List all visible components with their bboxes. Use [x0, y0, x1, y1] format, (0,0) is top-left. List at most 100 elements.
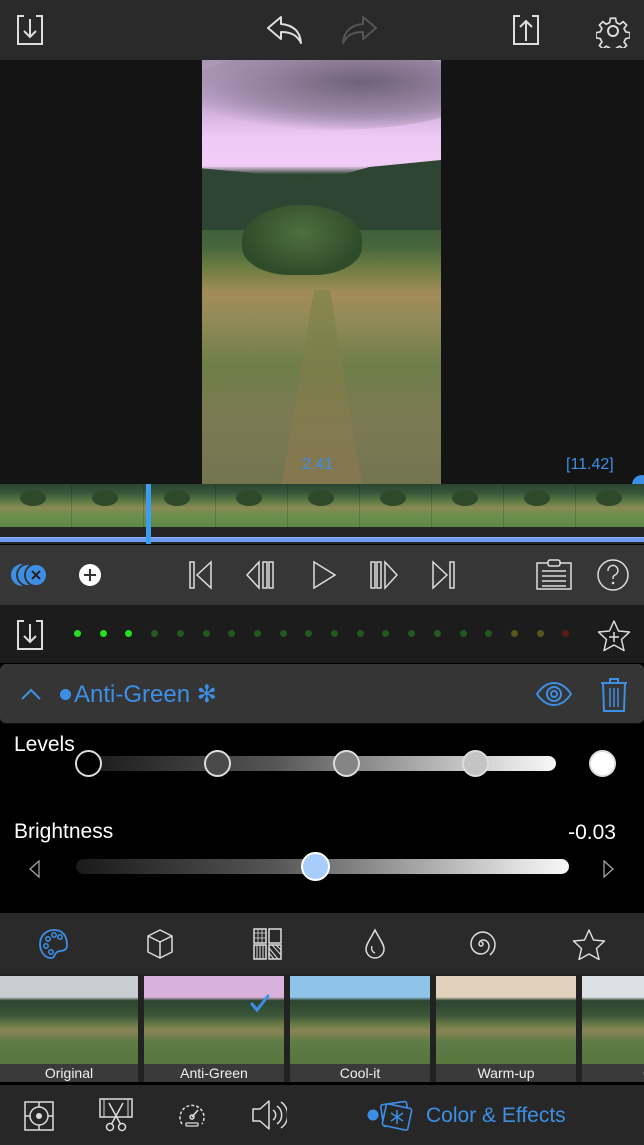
toggle-visibility-button[interactable] — [534, 680, 574, 708]
step-back-icon — [245, 560, 274, 590]
chevron-up-icon — [21, 688, 41, 700]
import-button[interactable] — [12, 12, 48, 48]
filmstrip-frame — [576, 484, 644, 527]
help-button[interactable] — [596, 558, 630, 592]
export-button[interactable] — [508, 12, 544, 48]
clipboard-button[interactable] — [534, 557, 574, 593]
export-icon — [513, 15, 539, 45]
tab-speed[interactable] — [176, 1099, 208, 1131]
preset-anti-green[interactable]: Anti-Green — [144, 976, 284, 1082]
effect-name-label: Anti-Green — [74, 681, 191, 708]
tab-trim[interactable] — [98, 1097, 134, 1133]
speedometer-icon — [179, 1104, 205, 1127]
tab-color-effects-label[interactable]: Color & Effects — [426, 1104, 566, 1128]
undo-icon — [267, 16, 302, 44]
modified-icon: ✻ — [196, 681, 217, 708]
step-back-button[interactable] — [244, 559, 276, 591]
texture-grid-icon — [253, 928, 282, 960]
tab-crop[interactable] — [22, 1099, 56, 1133]
timeline[interactable] — [0, 484, 644, 544]
bottom-tab-bar: Color & Effects — [0, 1085, 644, 1145]
levels-knob[interactable] — [588, 750, 616, 777]
video-preview[interactable]: 2.41 [11.42] — [0, 60, 644, 495]
settings-button[interactable] — [594, 12, 632, 50]
meter-dot — [151, 630, 159, 637]
add-clip-button[interactable] — [78, 563, 102, 587]
brightness-label: Brightness — [14, 820, 114, 843]
levels-knob[interactable] — [74, 750, 102, 777]
filmstrip-frame — [360, 484, 432, 527]
filmstrip-frame — [144, 484, 216, 527]
preset-label: Co — [582, 1064, 644, 1082]
preset-label: Original — [0, 1064, 138, 1082]
meter-dot — [536, 630, 544, 637]
import-effect-button[interactable] — [12, 617, 48, 653]
category-color-tab[interactable] — [38, 928, 70, 960]
color-effects-icon — [367, 1100, 413, 1131]
preset-warm-up[interactable]: Warm-up — [436, 976, 576, 1082]
effect-active-dot — [60, 689, 71, 700]
cube-icon — [147, 929, 173, 959]
current-time: 2.41 — [302, 456, 334, 473]
category-drop-tab[interactable] — [362, 928, 388, 960]
tab-color-effects[interactable] — [366, 1095, 416, 1135]
brightness-decrease-button[interactable] — [26, 858, 42, 880]
levels-knob[interactable] — [332, 750, 360, 777]
tab-audio[interactable] — [250, 1097, 288, 1133]
meter-dot — [125, 630, 133, 637]
skip-to-end-icon — [432, 560, 455, 590]
trash-icon — [601, 678, 627, 712]
levels-label: Levels — [14, 733, 75, 756]
target-frame-icon — [24, 1101, 54, 1131]
total-duration: [11.42] — [566, 456, 614, 473]
playhead[interactable] — [146, 484, 151, 544]
video-frame[interactable] — [202, 60, 441, 484]
meter-dot — [459, 630, 467, 637]
preset-thumbnail — [290, 976, 430, 1064]
meter-dot — [562, 630, 570, 637]
undo-button[interactable] — [264, 12, 306, 48]
skip-to-start-button[interactable] — [186, 559, 216, 591]
preset-original[interactable]: Original — [0, 976, 138, 1082]
skip-to-end-button[interactable] — [428, 559, 458, 591]
brightness-slider-knob[interactable] — [300, 852, 330, 881]
levels-knob[interactable] — [461, 750, 489, 777]
filmstrip[interactable] — [0, 484, 644, 527]
meter-dot — [228, 630, 236, 637]
category-favorites-tab[interactable] — [572, 928, 606, 960]
settings-icon — [596, 17, 630, 48]
preset-co[interactable]: Co — [582, 976, 644, 1082]
preset-cool-it[interactable]: Cool-it — [290, 976, 430, 1082]
category-distort-tab[interactable] — [465, 928, 497, 960]
layers-button[interactable] — [10, 561, 50, 589]
effect-name[interactable]: Anti-Green ✻ — [74, 680, 217, 709]
category-texture-tab[interactable] — [252, 928, 284, 960]
clipboard-icon — [536, 559, 572, 590]
effect-controls: Levels Brightness -0.03 — [0, 725, 644, 913]
levels-knob[interactable] — [203, 750, 231, 777]
filmstrip-frame — [504, 484, 576, 527]
audio-waveform — [0, 537, 644, 542]
triangle-left-icon — [29, 859, 40, 879]
star-icon — [572, 929, 606, 960]
transport-bar — [0, 545, 644, 605]
play-button[interactable] — [310, 559, 338, 591]
import-icon — [17, 620, 43, 650]
effect-header: Anti-Green ✻ — [0, 664, 644, 724]
favorite-add-button[interactable] — [596, 619, 632, 653]
filmstrip-frame — [288, 484, 360, 527]
brightness-increase-button[interactable] — [601, 858, 617, 880]
brightness-value: -0.03 — [568, 821, 616, 844]
step-forward-button[interactable] — [368, 559, 400, 591]
preset-thumbnail — [144, 976, 284, 1064]
collapse-button[interactable] — [18, 682, 44, 706]
meter-dot — [331, 630, 338, 637]
redo-button[interactable] — [338, 12, 380, 48]
meter-dot — [176, 630, 184, 637]
delete-effect-button[interactable] — [598, 676, 630, 714]
effect-category-bar — [0, 913, 644, 974]
filmstrip-frame — [216, 484, 288, 527]
play-icon — [313, 560, 337, 590]
preset-strip[interactable]: Original Anti-Green Cool-it Warm-up Co — [0, 974, 644, 1082]
category-3d-tab[interactable] — [144, 928, 176, 960]
